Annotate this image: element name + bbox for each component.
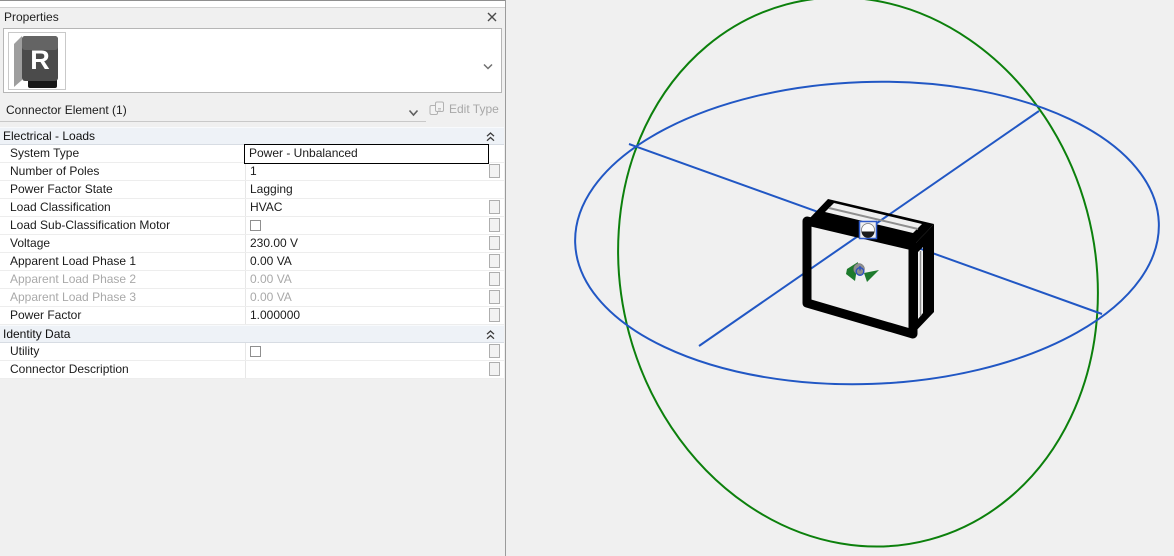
origin-handle[interactable] xyxy=(858,220,878,240)
property-value[interactable]: 1.000000 xyxy=(246,307,487,325)
type-selector[interactable]: R xyxy=(3,28,502,93)
associate-parameter-button[interactable] xyxy=(489,236,500,250)
property-label: Utility xyxy=(10,344,40,358)
property-row: Power Factor 1.000000 xyxy=(0,307,504,325)
property-row: Connector Description xyxy=(0,361,504,379)
property-value[interactable]: 0.00 VA xyxy=(246,253,487,271)
property-row: Voltage 230.00 V xyxy=(0,235,504,253)
selected-element-label[interactable]: Connector Element (1) xyxy=(6,98,127,122)
edit-type-button[interactable]: Edit Type xyxy=(429,98,504,122)
svg-text:R: R xyxy=(30,45,50,75)
associate-parameter-button[interactable] xyxy=(489,200,500,214)
property-value[interactable]: 0.00 VA xyxy=(246,271,487,289)
property-row: Apparent Load Phase 3 0.00 VA xyxy=(0,289,504,307)
associate-parameter-button[interactable] xyxy=(489,308,500,322)
associate-parameter-button[interactable] xyxy=(489,164,500,178)
property-label: Apparent Load Phase 1 xyxy=(10,254,137,268)
property-row: System Type Power - Unbalanced xyxy=(0,144,504,164)
section-header[interactable]: Electrical - Loads xyxy=(0,127,504,145)
property-row: Apparent Load Phase 2 0.00 VA xyxy=(0,271,504,289)
edit-type-icon xyxy=(429,101,444,115)
section-title: Electrical - Loads xyxy=(3,129,96,143)
associate-parameter-button[interactable] xyxy=(489,272,500,286)
section-title: Identity Data xyxy=(3,327,71,341)
properties-panel: Properties R Connector Element (1) Edit … xyxy=(0,0,506,556)
divider xyxy=(0,121,426,122)
connector-box[interactable] xyxy=(802,199,934,339)
property-value[interactable] xyxy=(246,217,487,235)
rotation-ring-green[interactable] xyxy=(557,0,1158,556)
property-value[interactable]: Power - Unbalanced xyxy=(244,144,489,164)
property-value[interactable]: HVAC xyxy=(246,199,487,217)
property-value[interactable]: 0.00 VA xyxy=(246,289,487,307)
property-label: Apparent Load Phase 3 xyxy=(10,290,137,304)
property-label: Voltage xyxy=(10,236,51,250)
edit-type-label: Edit Type xyxy=(449,102,499,116)
chevron-down-icon[interactable] xyxy=(483,57,493,75)
property-label: Power Factor State xyxy=(10,182,113,196)
property-value[interactable]: Lagging xyxy=(246,181,487,199)
associate-parameter-button[interactable] xyxy=(489,254,500,268)
property-row: Number of Poles 1 xyxy=(0,163,504,181)
property-label: System Type xyxy=(10,146,80,160)
collapse-chevron-icon[interactable] xyxy=(486,330,495,340)
property-label: Power Factor xyxy=(10,308,82,322)
property-value[interactable]: 1 xyxy=(246,163,487,181)
associate-parameter-button[interactable] xyxy=(489,362,500,376)
property-value[interactable]: 230.00 V xyxy=(246,235,487,253)
collapse-chevron-icon[interactable] xyxy=(486,132,495,142)
property-row: Utility xyxy=(0,343,504,361)
property-label: Connector Description xyxy=(10,362,129,376)
section-header[interactable]: Identity Data xyxy=(0,325,504,343)
connector-symbol[interactable] xyxy=(846,262,879,282)
revit-family-icon: R xyxy=(8,32,66,90)
properties-titlebar[interactable]: Properties xyxy=(0,9,505,27)
property-label: Load Classification xyxy=(10,200,111,214)
property-row: Load Sub-Classification Motor xyxy=(0,217,504,235)
checkbox[interactable] xyxy=(250,220,261,231)
panel-title: Properties xyxy=(4,10,59,24)
property-row: Load Classification HVAC xyxy=(0,199,504,217)
property-value[interactable] xyxy=(246,361,487,379)
property-row: Power Factor State Lagging xyxy=(0,181,504,199)
property-label: Number of Poles xyxy=(10,164,100,178)
property-label: Apparent Load Phase 2 xyxy=(10,272,137,286)
associate-parameter-button[interactable] xyxy=(489,290,500,304)
viewport-3d[interactable] xyxy=(507,0,1174,556)
chevron-down-icon[interactable] xyxy=(408,106,419,120)
property-label: Load Sub-Classification Motor xyxy=(10,218,171,232)
associate-parameter-button[interactable] xyxy=(489,218,500,232)
property-row: Apparent Load Phase 1 0.00 VA xyxy=(0,253,504,271)
close-icon[interactable] xyxy=(486,11,498,23)
properties-table: Electrical - Loads System Type Power - Unb… xyxy=(0,127,504,379)
associate-parameter-button[interactable] xyxy=(489,344,500,358)
panel-top-strip xyxy=(0,0,505,8)
checkbox[interactable] xyxy=(250,346,261,357)
element-selector-row: Connector Element (1) Edit Type xyxy=(0,98,506,123)
property-value[interactable] xyxy=(246,343,487,361)
